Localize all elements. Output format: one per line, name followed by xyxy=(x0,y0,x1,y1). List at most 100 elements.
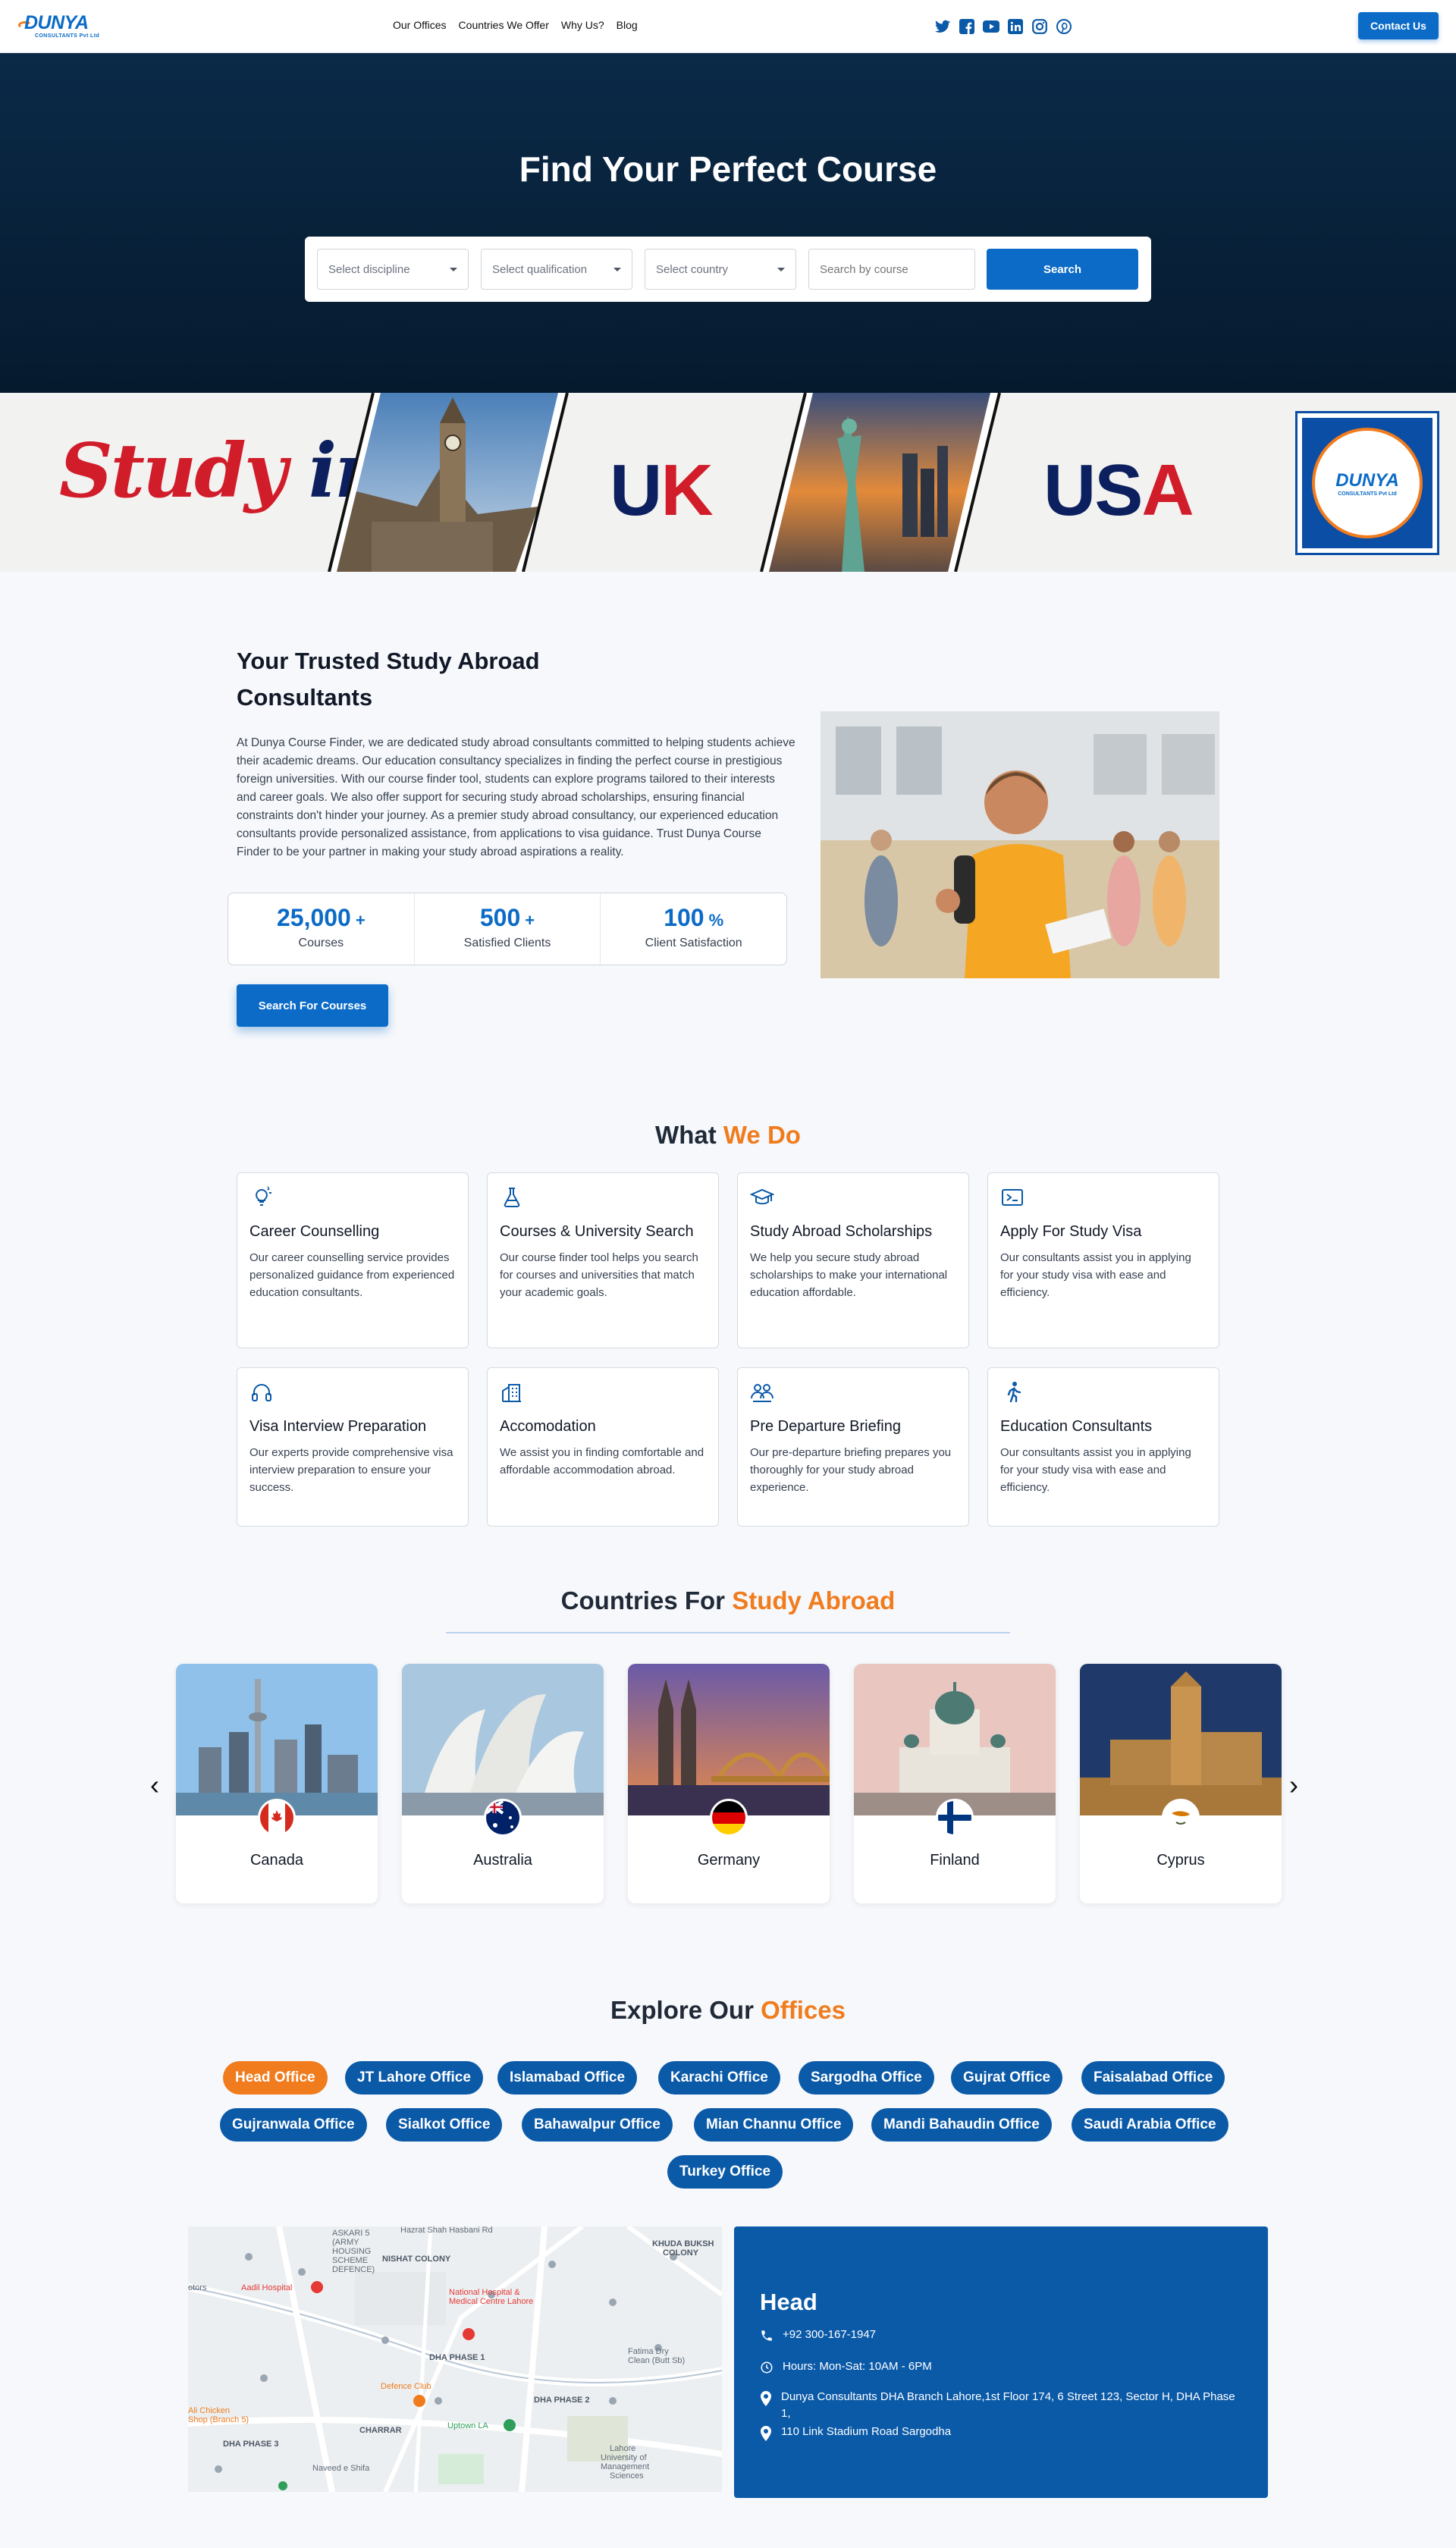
office-pill-mian-channu[interactable]: Mian Channu Office xyxy=(694,2108,854,2142)
map-label: Medical Centre Lahore xyxy=(449,2297,533,2306)
brand-logo[interactable]: DUNYA CONSULTANTS Pvt Ltd xyxy=(18,11,112,41)
service-card-career-counselling[interactable]: Career Counselling Our career counsellin… xyxy=(237,1172,469,1348)
office-map[interactable]: Hazrat Shah Hasbani Rd ASKARI 5 (ARMY HO… xyxy=(188,2226,722,2492)
service-card-desc: Our consultants assist you in applying f… xyxy=(1000,1446,1191,1494)
passport-icon xyxy=(1002,1189,1023,1206)
about-title: Your Trusted Study Abroad Consultants xyxy=(237,648,540,711)
finland-image xyxy=(854,1664,1056,1815)
office-info-title: Head xyxy=(760,2289,817,2315)
country-card-germany[interactable]: Germany xyxy=(628,1664,830,1903)
office-pill-bahawalpur[interactable]: Bahawalpur Office xyxy=(522,2108,673,2142)
course-search-form: Select discipline Select qualification S… xyxy=(305,237,1151,302)
canada-flag-icon xyxy=(258,1799,296,1837)
office-pill-sialkot[interactable]: Sialkot Office xyxy=(386,2108,503,2142)
map-label: Defence Club xyxy=(381,2382,431,2391)
stat-label: Courses xyxy=(298,937,344,949)
office-pill-faisalabad[interactable]: Faisalabad Office xyxy=(1081,2061,1225,2095)
offices-title-a: Explore Our xyxy=(610,1996,761,2024)
carousel-next-icon[interactable]: › xyxy=(1289,1771,1306,1799)
office-pill-mandi-bahaudin[interactable]: Mandi Bahaudin Office xyxy=(871,2108,1052,2142)
linkedin-icon[interactable] xyxy=(1007,18,1024,35)
country-card-australia[interactable]: Australia xyxy=(402,1664,604,1903)
map-label: otors xyxy=(188,2283,207,2292)
qualification-select[interactable]: Select qualification xyxy=(481,249,632,290)
map-label: COLONY xyxy=(663,2248,699,2258)
course-search-input[interactable] xyxy=(808,249,975,290)
group-icon xyxy=(751,1384,774,1402)
statue-of-liberty-image xyxy=(760,393,1001,572)
qualification-select-value: Select qualification xyxy=(492,262,588,276)
country-name: Finland xyxy=(930,1852,980,1869)
office-pill-saudi-arabia[interactable]: Saudi Arabia Office xyxy=(1072,2108,1228,2142)
service-card-accomodation[interactable]: Accomodation We assist you in finding co… xyxy=(487,1367,719,1527)
office-pill-sargodha[interactable]: Sargodha Office xyxy=(799,2061,934,2095)
office-pill-head[interactable]: Head Office xyxy=(223,2061,328,2095)
service-card-pre-departure[interactable]: Pre Departure Briefing Our pre-departure… xyxy=(737,1367,969,1527)
australia-flag-icon xyxy=(484,1799,522,1837)
hero-title: Find Your Perfect Course xyxy=(519,149,937,189)
pinterest-icon[interactable] xyxy=(1056,18,1072,35)
office-pill-karachi[interactable]: Karachi Office xyxy=(658,2061,780,2095)
service-card-desc: Our consultants assist you in applying f… xyxy=(1000,1251,1191,1299)
carousel-prev-icon[interactable]: ‹ xyxy=(150,1771,167,1799)
nav-link-our-offices[interactable]: Our Offices xyxy=(393,19,447,31)
stat-label: Satisfied Clients xyxy=(463,937,551,949)
office-pill-islamabad[interactable]: Islamabad Office xyxy=(497,2061,638,2095)
clock-icon xyxy=(761,2361,773,2374)
discipline-select[interactable]: Select discipline xyxy=(317,249,469,290)
nav-link-blog[interactable]: Blog xyxy=(617,19,638,31)
service-card-education-consultants[interactable]: Education Consultants Our consultants as… xyxy=(987,1367,1219,1527)
service-card-title: Pre Departure Briefing xyxy=(750,1418,901,1435)
service-card-course-search[interactable]: Courses & University Search Our course f… xyxy=(487,1172,719,1348)
banner-uk-k: K xyxy=(661,450,713,531)
nav-link-countries[interactable]: Countries We Offer xyxy=(459,19,549,31)
banner-usa-us: US xyxy=(1043,450,1143,531)
chevron-down-icon xyxy=(777,268,785,271)
office-pill-gujrat[interactable]: Gujrat Office xyxy=(951,2061,1063,2095)
service-card-scholarships[interactable]: Study Abroad Scholarships We help you se… xyxy=(737,1172,969,1348)
service-card-visa-interview[interactable]: Visa Interview Preparation Our experts p… xyxy=(237,1367,469,1527)
map-label: DHA PHASE 2 xyxy=(534,2396,590,2405)
map-label: DHA PHASE 3 xyxy=(223,2440,279,2449)
instagram-icon[interactable] xyxy=(1031,18,1048,35)
service-card-title: Apply For Study Visa xyxy=(1000,1223,1142,1240)
map-label: Sciences xyxy=(610,2471,644,2481)
map-label: Aadil Hospital xyxy=(241,2283,292,2292)
map-label: NISHAT COLONY xyxy=(382,2255,451,2264)
map-label: University of xyxy=(601,2453,647,2462)
dunya-badge-inner: DUNYA CONSULTANTS Pvt Ltd xyxy=(1302,418,1432,548)
service-card-study-visa[interactable]: Apply For Study Visa Our consultants ass… xyxy=(987,1172,1219,1348)
contact-us-button[interactable]: Contact Us xyxy=(1358,12,1439,39)
map-label: National Hospital & xyxy=(449,2288,520,2297)
country-name: Germany xyxy=(697,1852,761,1869)
search-button[interactable]: Search xyxy=(987,249,1138,290)
phone-icon xyxy=(761,2330,772,2341)
search-for-courses-button[interactable]: Search For Courses xyxy=(237,984,388,1027)
twitter-icon[interactable] xyxy=(934,18,951,35)
service-card-title: Education Consultants xyxy=(1000,1418,1153,1435)
banner-usa-text: USA xyxy=(1043,449,1194,532)
youtube-icon[interactable] xyxy=(983,18,999,35)
office-phone-row[interactable]: +92 300-167-1947 xyxy=(760,2327,1245,2343)
service-card-desc: Our experts provide comprehensive visa i… xyxy=(249,1446,453,1494)
country-select[interactable]: Select country xyxy=(645,249,796,290)
country-card-canada[interactable]: Canada xyxy=(176,1664,378,1903)
stat-clients: 500 + Satisfied Clients xyxy=(415,893,601,965)
country-card-cyprus[interactable]: Cyprus xyxy=(1080,1664,1282,1903)
office-pill-gujranwala[interactable]: Gujranwala Office xyxy=(220,2108,367,2142)
map-label: (ARMY xyxy=(332,2238,359,2247)
stat-satisfaction: 100% Client Satisfaction xyxy=(601,893,786,965)
office-pill-jt-lahore[interactable]: JT Lahore Office xyxy=(345,2061,483,2095)
country-card-finland[interactable]: Finland xyxy=(854,1664,1056,1903)
stat-suffix: + xyxy=(525,911,535,930)
banner-uk-u: U xyxy=(610,450,662,531)
map-graphic: Hazrat Shah Hasbani Rd ASKARI 5 (ARMY HO… xyxy=(188,2226,722,2492)
nav-link-why-us[interactable]: Why Us? xyxy=(561,19,604,31)
office-pill-turkey[interactable]: Turkey Office xyxy=(667,2155,783,2189)
big-ben-image xyxy=(328,393,569,572)
cyprus-flag-icon xyxy=(1162,1799,1200,1837)
canada-image xyxy=(176,1664,378,1815)
location-pin-icon xyxy=(761,2391,771,2406)
service-card-title: Courses & University Search xyxy=(500,1223,694,1240)
facebook-icon[interactable] xyxy=(959,18,975,35)
